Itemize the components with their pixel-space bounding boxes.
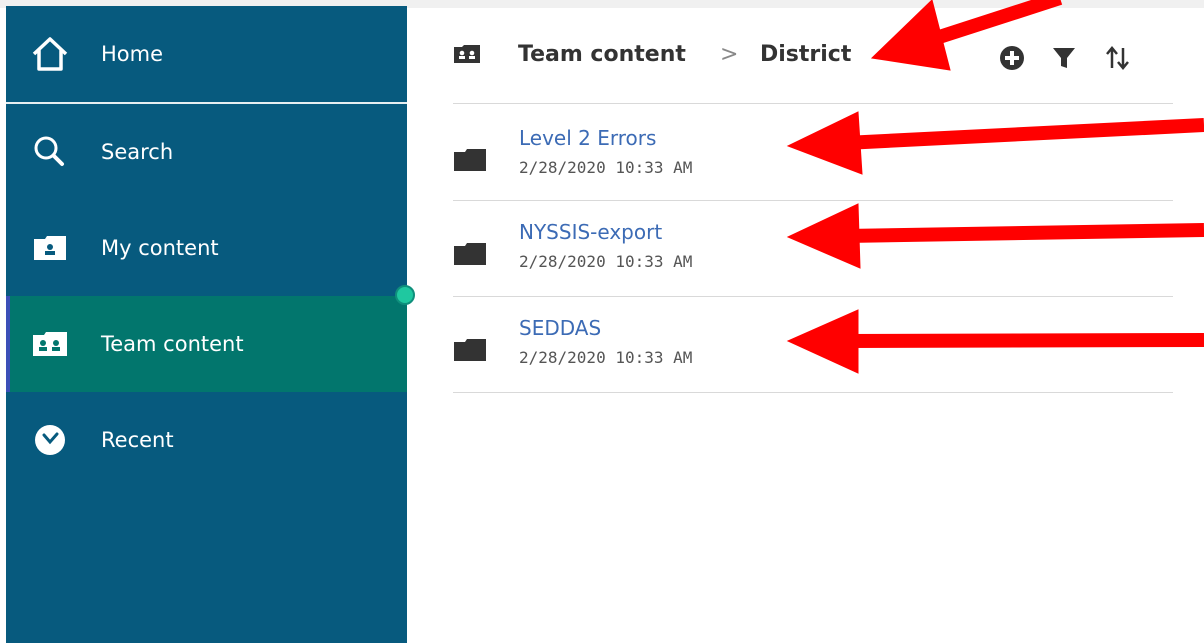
nav-recent-label: Recent — [101, 428, 174, 452]
nav-recent[interactable]: Recent — [6, 392, 407, 488]
folder-icon — [453, 148, 487, 176]
breadcrumb-current: District — [760, 42, 852, 67]
divider — [453, 103, 1173, 104]
item-name[interactable]: SEDDAS — [519, 316, 601, 340]
nav-team-content[interactable]: Team content — [6, 296, 407, 392]
sort-icon[interactable] — [1104, 44, 1132, 72]
folder-row-level-2-errors[interactable]: Level 2 Errors 2/28/2020 10:33 AM — [453, 106, 1173, 200]
active-indicator — [6, 296, 10, 392]
search-icon — [30, 132, 70, 172]
sidebar: Home Search My content Team content Rece… — [6, 6, 407, 643]
divider — [453, 392, 1173, 393]
sidebar-resize-handle[interactable] — [395, 285, 415, 305]
breadcrumb: Team content > District — [453, 30, 1173, 85]
team-content-folder-icon — [30, 324, 70, 364]
breadcrumb-separator: > — [720, 42, 739, 67]
nav-search[interactable]: Search — [6, 104, 407, 200]
item-modified: 2/28/2020 10:33 AM — [519, 348, 693, 367]
folder-row-seddas[interactable]: SEDDAS 2/28/2020 10:33 AM — [453, 296, 1173, 390]
item-modified: 2/28/2020 10:33 AM — [519, 158, 693, 177]
item-name[interactable]: NYSSIS-export — [519, 220, 662, 244]
nav-search-label: Search — [101, 140, 174, 164]
folder-row-nyssis-export[interactable]: NYSSIS-export 2/28/2020 10:33 AM — [453, 200, 1173, 294]
home-icon — [30, 34, 70, 74]
nav-team-content-label: Team content — [101, 332, 244, 356]
recent-clock-icon — [30, 420, 70, 460]
nav-my-content-label: My content — [101, 236, 219, 260]
item-modified: 2/28/2020 10:33 AM — [519, 252, 693, 271]
filter-icon[interactable] — [1050, 44, 1078, 72]
folder-icon — [453, 242, 487, 270]
item-name[interactable]: Level 2 Errors — [519, 126, 656, 150]
nav-home[interactable]: Home — [6, 6, 407, 102]
nav-home-label: Home — [101, 42, 164, 66]
nav-my-content[interactable]: My content — [6, 200, 407, 296]
add-icon[interactable] — [998, 44, 1026, 72]
breadcrumb-root[interactable]: Team content — [518, 42, 686, 67]
folder-icon — [453, 338, 487, 366]
my-content-folder-icon — [30, 228, 70, 268]
team-folder-icon — [453, 44, 481, 68]
